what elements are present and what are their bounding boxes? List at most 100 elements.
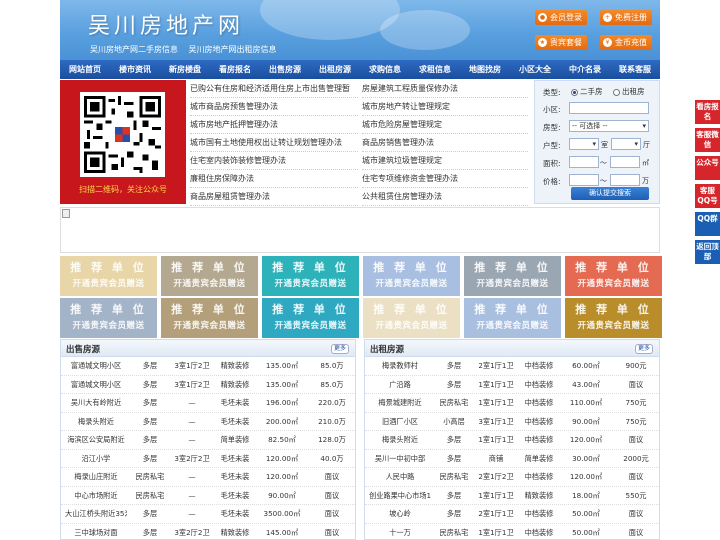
listing-row[interactable]: 旧酒厂小区 小高层 3室1厅1卫 中档装修 90.00㎡ 750元 <box>365 413 659 431</box>
side-tab-1[interactable]: 客服微信 <box>695 128 720 152</box>
recommended-ad-tile[interactable]: 推 荐 单 位开通贵宾会员赠送 <box>262 298 359 338</box>
subtitle-sale-link[interactable]: 吴川房地产网二手房信息 <box>90 45 178 54</box>
policy-link[interactable]: 已购公有住房和经济适用住房上市出售管理暂 <box>190 80 358 98</box>
chevron-down-icon: ▾ <box>642 122 646 130</box>
listing-row[interactable]: 坡心岭 多层 2室1厅1卫 中档装修 50.00㎡ 面议 <box>365 505 659 524</box>
recommended-ad-tile[interactable]: 推 荐 单 位开通贵宾会员赠送 <box>363 256 460 296</box>
user-add-icon: + <box>603 13 612 22</box>
side-tab-4[interactable]: QQ群 <box>695 212 720 236</box>
side-tab-2[interactable]: 公众号 <box>695 156 720 180</box>
policy-link[interactable]: 房屋建筑工程质量保修办法 <box>362 80 528 98</box>
room-count-select[interactable]: ▾ <box>569 138 599 150</box>
nav-item-7[interactable]: 求租信息 <box>410 60 460 79</box>
side-tab-5[interactable]: 返回顶部 <box>695 240 720 264</box>
nav-item-2[interactable]: 新房楼盘 <box>160 60 210 79</box>
recommended-ad-tile[interactable]: 推 荐 单 位开通贵宾会员赠送 <box>565 298 662 338</box>
recommended-ad-tile[interactable]: 推 荐 单 位开通贵宾会员赠送 <box>464 298 561 338</box>
nav-item-6[interactable]: 求购信息 <box>360 60 410 79</box>
listing-cell: 3室1厅2卫 <box>174 379 210 389</box>
price-min-input[interactable] <box>569 174 599 186</box>
listing-cell: 毛坯未装 <box>220 472 250 481</box>
hall-count-select[interactable]: ▾ <box>611 138 641 150</box>
subtitle-rent-link[interactable]: 吴川房地产网出租房信息 <box>189 45 277 54</box>
policy-link[interactable]: 商品房屋租赁管理办法 <box>190 188 358 206</box>
area-max-input[interactable] <box>610 156 640 168</box>
listing-row[interactable]: 梅录山庄附近 民房私宅 — 毛坯未装 120.00㎡ 面议 <box>61 468 355 487</box>
listing-row[interactable]: 广沿路 多层 1室1厅1卫 中档装修 43.00㎡ 面议 <box>365 376 659 394</box>
listing-cell: 中档装修 <box>524 361 554 370</box>
recommended-ad-tile[interactable]: 推 荐 单 位开通贵宾会员赠送 <box>60 298 157 338</box>
recommended-ad-tile[interactable]: 推 荐 单 位开通贵宾会员赠送 <box>464 256 561 296</box>
listing-cell: 精致装修 <box>220 379 250 389</box>
listing-cell: 民房私宅 <box>439 527 469 537</box>
listing-row[interactable]: 吴川大有岭附近 多层 — 毛坯未装 196.00㎡ 220.0万 <box>61 394 355 413</box>
vip-package-button[interactable]: ★ 贵宾套餐 <box>535 35 587 50</box>
listing-row[interactable]: 梅景城建附近 民房私宅 1室1厅1卫 中档装修 110.00㎡ 750元 <box>365 394 659 413</box>
site-title[interactable]: 吴川房地产网 <box>88 8 244 40</box>
listing-row[interactable]: 吴川一中初中部 多层 商铺 简单装修 30.00㎡ 2000元 <box>365 450 659 468</box>
side-tab-0[interactable]: 看房报名 <box>695 100 720 124</box>
policy-link[interactable]: 城市商品房预售管理办法 <box>190 98 358 116</box>
price-max-input[interactable] <box>610 174 640 186</box>
rent-more-link[interactable]: 更多 <box>634 344 653 354</box>
listing-row[interactable]: 中心市场附近 民房私宅 — 毛坯未装 90.00㎡ 面议 <box>61 487 355 505</box>
register-button[interactable]: + 免费注册 <box>600 10 652 25</box>
nav-item-11[interactable]: 联系客服 <box>610 60 660 79</box>
listing-row[interactable]: 梅录教师村 多层 2室1厅1卫 中档装修 60.00㎡ 900元 <box>365 357 659 376</box>
policy-link[interactable]: 住宅室内装饰装修管理办法 <box>190 152 358 170</box>
recommended-ad-tile[interactable]: 推 荐 单 位开通贵宾会员赠送 <box>363 298 460 338</box>
listing-cell: 人民中路 <box>385 472 415 481</box>
policy-link[interactable]: 城市房地产抵押管理办法 <box>190 116 358 134</box>
recommended-ad-tile[interactable]: 推 荐 单 位开通贵宾会员赠送 <box>565 256 662 296</box>
nav-item-8[interactable]: 地图找房 <box>460 60 510 79</box>
nav-item-1[interactable]: 楼市资讯 <box>110 60 160 79</box>
policy-link[interactable]: 住宅专项维修资金管理办法 <box>362 170 528 188</box>
nav-item-10[interactable]: 中介名录 <box>560 60 610 79</box>
banner-ad[interactable] <box>60 207 660 253</box>
policy-link[interactable]: 商品房销售管理办法 <box>362 134 528 152</box>
house-type-select[interactable]: -- 可选择 -- ▾ <box>569 120 649 132</box>
nav-item-4[interactable]: 出售房源 <box>260 60 310 79</box>
listing-row[interactable]: 海滨区公安局附近 多层 — 简单装修 82.50㎡ 128.0万 <box>61 431 355 450</box>
search-submit-button[interactable]: 确认提交搜索 <box>571 187 649 200</box>
listing-row[interactable]: 人民中路 民房私宅 2室1厅2卫 中档装修 120.00㎡ 面议 <box>365 468 659 487</box>
policy-link[interactable]: 城市国有土地使用权出让转让规划管理办法 <box>190 134 358 152</box>
recommended-ad-tile[interactable]: 推 荐 单 位开通贵宾会员赠送 <box>60 256 157 296</box>
policy-link[interactable]: 城市建筑垃圾管理规定 <box>362 152 528 170</box>
listing-row[interactable]: 梅录头附近 多层 — 毛坯未装 200.00㎡ 210.0万 <box>61 413 355 431</box>
listing-row[interactable]: 创业路果中心市场1 多层 1室1厅1卫 精致装修 18.00㎡ 550元 <box>365 487 659 505</box>
site-header: 吴川房地产网 吴川房地产网二手房信息 吴川房地产网出租房信息 ● 会员登录 + 免费… <box>60 0 660 60</box>
community-input[interactable] <box>569 102 649 114</box>
listing-row[interactable]: 大山江桥头附近35米 多层 — 毛坯未装 3500.00㎡ 面议 <box>61 505 355 524</box>
hall-unit: 厅 <box>643 141 650 149</box>
nav-item-9[interactable]: 小区大全 <box>510 60 560 79</box>
ad-tile-subtitle: 开通贵宾会员赠送 <box>476 321 549 331</box>
area-range-sep: ～ <box>600 159 607 167</box>
listing-row[interactable]: 十一万 民房私宅 1室1厅1卫 中档装修 50.00㎡ 面议 <box>365 524 659 540</box>
login-button[interactable]: ● 会员登录 <box>535 10 587 25</box>
type-option-secondhand[interactable]: 二手房 <box>571 86 603 97</box>
type-option-rent[interactable]: 出租房 <box>613 86 645 97</box>
listing-row[interactable]: 富通城文明小区 多层 3室1厅2卫 精致装修 135.00㎡ 85.0万 <box>61 376 355 394</box>
policy-link[interactable]: 公共租赁住房管理办法 <box>362 188 528 206</box>
listing-cell: — <box>188 509 196 518</box>
recommended-ad-tile[interactable]: 推 荐 单 位开通贵宾会员赠送 <box>161 256 258 296</box>
coin-recharge-button[interactable]: ¥ 金币充值 <box>600 35 652 50</box>
listing-row[interactable]: 富通城文明小区 多层 3室1厅2卫 精致装修 135.00㎡ 85.0万 <box>61 357 355 376</box>
listing-row[interactable]: 三中球场对面 多层 3室2厅2卫 精致装修 145.00㎡ 面议 <box>61 524 355 540</box>
listing-cell: 梅录头附近 <box>382 435 418 444</box>
area-min-input[interactable] <box>569 156 599 168</box>
listing-row[interactable]: 梅录头附近 多层 1室1厅1卫 中档装修 120.00㎡ 面议 <box>365 431 659 450</box>
policy-link[interactable]: 城市房地产转让管理规定 <box>362 98 528 116</box>
nav-item-3[interactable]: 看房报名 <box>210 60 260 79</box>
listing-row[interactable]: 沿江小学 多层 3室2厅2卫 毛坯未装 120.00㎡ 40.0万 <box>61 450 355 468</box>
nav-item-0[interactable]: 网站首页 <box>60 60 110 79</box>
side-tab-3[interactable]: 客服QQ号 <box>695 184 720 208</box>
policy-link[interactable]: 城市危险房屋管理规定 <box>362 116 528 134</box>
policy-link[interactable]: 廉租住房保障办法 <box>190 170 358 188</box>
recommended-ad-tile[interactable]: 推 荐 单 位开通贵宾会员赠送 <box>262 256 359 296</box>
nav-item-5[interactable]: 出租房源 <box>310 60 360 79</box>
listing-cell: 中档装修 <box>524 435 554 444</box>
recommended-ad-tile[interactable]: 推 荐 单 位开通贵宾会员赠送 <box>161 298 258 338</box>
sale-more-link[interactable]: 更多 <box>330 344 349 354</box>
